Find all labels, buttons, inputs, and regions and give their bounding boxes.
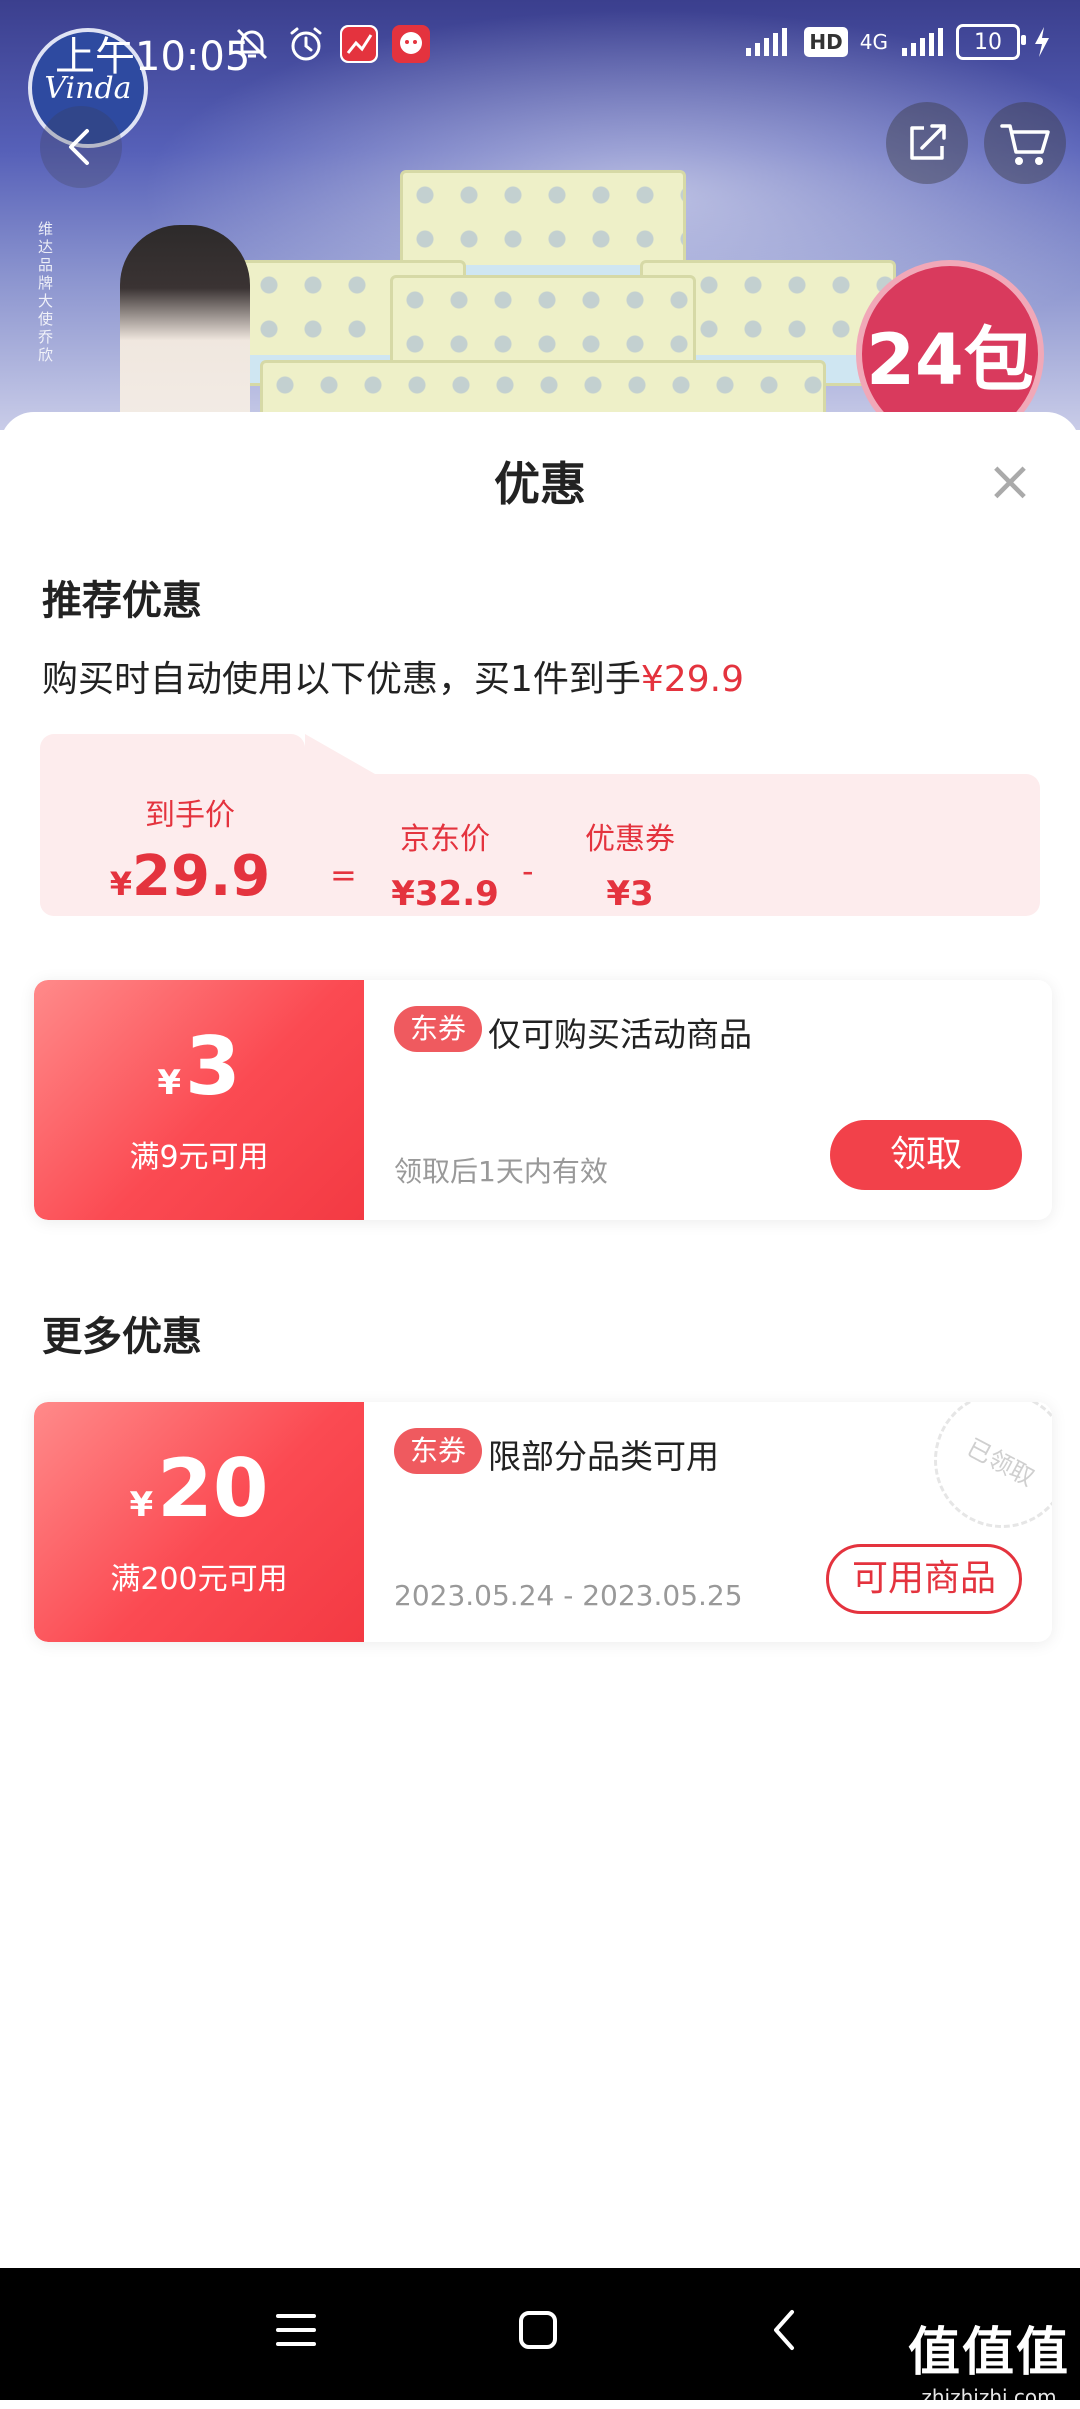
watermark-url: zhizhizhi.com bbox=[921, 2385, 1057, 2409]
discount-sheet: 优惠 × 推荐优惠 购买时自动使用以下优惠，买1件到手¥29.9 到手价 ¥29… bbox=[0, 412, 1080, 2268]
coupon-value-panel: ¥3 满9元可用 bbox=[34, 980, 364, 1220]
coupon-condition: 满9元可用 bbox=[129, 1140, 269, 1175]
battery-icon: 10 bbox=[956, 24, 1026, 60]
coupon-validity: 领取后1天内有效 bbox=[394, 1155, 608, 1188]
coupon-condition: 满200元可用 bbox=[110, 1562, 288, 1597]
recommended-description: 购买时自动使用以下优惠，买1件到手¥29.9 bbox=[42, 650, 744, 702]
close-button[interactable]: × bbox=[980, 452, 1040, 512]
app-notification-icon bbox=[340, 25, 378, 63]
coupon-value-panel: ¥20 满200元可用 bbox=[34, 1402, 364, 1642]
final-price: 到手价 ¥29.9 bbox=[100, 790, 280, 909]
coupon-amount: 20 bbox=[157, 1442, 269, 1535]
claim-coupon-button[interactable]: 领取 bbox=[830, 1120, 1022, 1190]
coupon-type-tag: 东券 bbox=[394, 1428, 483, 1474]
sheet-title: 优惠 bbox=[494, 457, 586, 511]
brand-ambassador-text: 维达品牌大使 乔欣 bbox=[38, 220, 54, 364]
coupon-title: 限部分品类可用 bbox=[488, 1437, 719, 1476]
jd-price: 京东价 ¥32.9 bbox=[380, 814, 510, 914]
coupon-discount-label: 优惠券 bbox=[585, 822, 675, 857]
recommended-desc-price: ¥29.9 bbox=[640, 659, 744, 700]
home-icon[interactable] bbox=[516, 2308, 560, 2352]
final-price-currency: ¥ bbox=[109, 865, 133, 903]
eligible-products-button[interactable]: 可用商品 bbox=[826, 1544, 1022, 1614]
share-icon bbox=[910, 124, 946, 160]
cart-button[interactable] bbox=[984, 102, 1066, 184]
coupon-amount: 3 bbox=[185, 1020, 241, 1113]
more-section-title: 更多优惠 bbox=[42, 1314, 202, 1360]
coupon-discount-value: ¥3 bbox=[606, 874, 654, 914]
product-image: Vinda 维达品牌大使 乔欣 24包 上午10:05 HD 4G 10 bbox=[0, 0, 1080, 430]
battery-level: 10 bbox=[974, 29, 1002, 55]
watermark-logo: 值值值 bbox=[907, 2323, 1070, 2383]
jd-price-label: 京东价 bbox=[400, 822, 490, 857]
shopping-app-notification-icon bbox=[392, 25, 430, 63]
coupon-card: ¥3 满9元可用 东券 仅可购买活动商品 领取后1天内有效 领取 bbox=[34, 980, 1052, 1220]
back-nav-icon[interactable] bbox=[764, 2308, 808, 2352]
minus-sign: - bbox=[522, 852, 534, 890]
final-price-label: 到手价 bbox=[145, 798, 235, 833]
watermark: 值值值 zhizhizhi.com bbox=[908, 2310, 1070, 2409]
coupon-type-tag: 东券 bbox=[394, 1006, 483, 1052]
status-bar: 上午10:05 HD 4G 10 bbox=[0, 0, 1080, 100]
hd-voice-indicator: HD bbox=[804, 27, 848, 57]
share-button[interactable] bbox=[886, 102, 968, 184]
recommended-desc-text: 购买时自动使用以下优惠，买1件到手 bbox=[42, 659, 641, 700]
bell-muted-icon bbox=[236, 28, 268, 60]
menu-icon[interactable] bbox=[274, 2308, 318, 2352]
status-time: 上午10:05 bbox=[55, 34, 251, 80]
price-breakdown: 到手价 ¥29.9 = 京东价 ¥32.9 - 优惠券 ¥3 bbox=[40, 734, 1040, 916]
cart-icon bbox=[1000, 124, 1050, 165]
coupon-discount: 优惠券 ¥3 bbox=[560, 814, 700, 914]
coupon-currency: ¥ bbox=[157, 1063, 181, 1103]
brand-ambassador-photo bbox=[120, 225, 250, 430]
coupon-card: ¥20 满200元可用 已领取 东券 限部分品类可用 2023.05.24 - … bbox=[34, 1402, 1052, 1642]
back-button[interactable] bbox=[40, 106, 122, 188]
jd-price-value: ¥32.9 bbox=[391, 874, 499, 914]
coupon-currency: ¥ bbox=[129, 1485, 154, 1525]
coupon-title: 仅可购买活动商品 bbox=[488, 1015, 752, 1054]
recommended-section-title: 推荐优惠 bbox=[42, 578, 202, 624]
network-type: 4G bbox=[859, 30, 888, 54]
alarm-icon bbox=[290, 27, 322, 61]
chevron-left-icon bbox=[69, 129, 89, 165]
signal-icon-secondary bbox=[902, 28, 943, 56]
signal-icon bbox=[746, 28, 788, 56]
claimed-stamp: 已领取 bbox=[910, 1402, 1052, 1552]
equals-sign: = bbox=[330, 856, 357, 894]
charging-icon bbox=[1035, 27, 1049, 57]
final-price-value: 29.9 bbox=[132, 844, 271, 909]
coupon-validity: 2023.05.24 - 2023.05.25 bbox=[394, 1579, 743, 1612]
close-icon: × bbox=[986, 449, 1034, 514]
